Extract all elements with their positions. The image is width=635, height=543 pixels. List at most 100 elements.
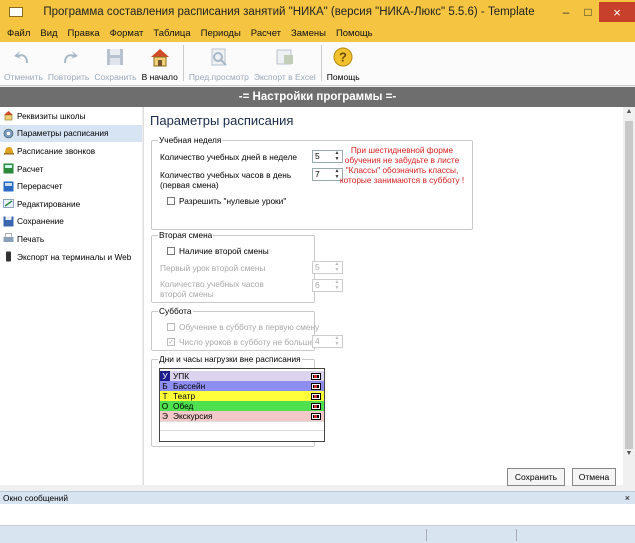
first-lesson-label: Первый урок второй смены <box>160 263 266 273</box>
menu-calculate[interactable]: Расчет <box>251 28 281 39</box>
second-shift-hours-label: Количество учебных часов <box>160 279 264 289</box>
list-item[interactable]: Б Бассейн <box>160 381 324 391</box>
sidebar-item-saving[interactable]: Сохранение <box>0 213 142 231</box>
status-bar <box>0 526 635 543</box>
messages-title: Окно сообщений <box>3 493 69 503</box>
hours-per-day-label: Количество учебных часов в день <box>160 170 292 180</box>
first-lesson-stepper[interactable]: 5 ▲ ▼ <box>312 261 343 274</box>
color-swatch <box>311 402 321 410</box>
color-swatch <box>311 392 321 400</box>
save-icon <box>102 45 128 69</box>
menu-replacements[interactable]: Замены <box>291 28 326 39</box>
calculate-icon <box>3 163 14 174</box>
school-icon <box>4 111 13 121</box>
sidebar-item-print[interactable]: Печать <box>0 230 142 248</box>
menu-table[interactable]: Таблица <box>153 28 190 39</box>
undo-button[interactable]: Отменить <box>4 41 43 85</box>
second-shift-checkbox[interactable]: Наличие второй смены <box>167 246 269 256</box>
list-item[interactable]: У УПК <box>160 371 324 381</box>
export-excel-button[interactable]: Экспорт в Excel <box>254 41 316 85</box>
messages-close-icon[interactable]: × <box>625 492 630 504</box>
color-swatch <box>311 382 321 390</box>
svg-text:?: ? <box>339 50 347 65</box>
close-button[interactable]: × <box>599 2 635 22</box>
list-item[interactable]: Э Экскурсия <box>160 411 324 421</box>
maximize-button[interactable]: □ <box>577 2 599 22</box>
toolbar: Отменить Повторить Сохранить В начало Пр… <box>0 42 635 86</box>
sidebar-item-school[interactable]: Реквизиты школы <box>0 107 142 125</box>
group-week-legend: Учебная неделя <box>158 135 223 145</box>
status-separator <box>426 529 427 541</box>
save-button[interactable]: Сохранить <box>507 468 565 486</box>
saturday-warning: При шестидневной форме обучения не забуд… <box>339 145 465 185</box>
scroll-down-icon[interactable]: ▼ <box>624 450 634 460</box>
saturday-first-shift-checkbox[interactable]: Обучение в субботу в первую смену <box>167 322 319 332</box>
sidebar-item-bells[interactable]: Расписание звонков <box>0 142 142 160</box>
group-load-legend: Дни и часы нагрузки вне расписания <box>158 354 302 364</box>
stepper-arrows[interactable]: ▲ ▼ <box>333 279 341 291</box>
home-icon <box>147 45 173 69</box>
sidebar-item-schedule-params[interactable]: Параметры расписания <box>0 124 142 143</box>
edit-icon <box>3 199 14 209</box>
saturday-max-lessons-checkbox[interactable]: ✓ Число уроков в субботу не больше <box>167 337 314 347</box>
title-bar: Программа составления расписания занятий… <box>0 0 635 24</box>
section-banner: -= Настройки программы =- <box>0 87 635 107</box>
zero-lessons-checkbox[interactable]: Разрешить "нулевые уроки" <box>167 196 286 206</box>
excel-icon <box>272 45 298 69</box>
undo-icon <box>10 45 36 69</box>
minimize-button[interactable]: – <box>555 2 577 22</box>
preview-icon <box>206 45 232 69</box>
second-shift-hours-sublabel: второй смены <box>160 289 214 299</box>
messages-header: Окно сообщений × <box>0 491 635 504</box>
page-title: Параметры расписания <box>150 113 294 128</box>
list-item[interactable]: Т Театр <box>160 391 324 401</box>
group-saturday-legend: Суббота <box>158 306 193 316</box>
cancel-button[interactable]: Отмена <box>572 468 616 486</box>
days-per-week-label: Количество учебных дней в неделе <box>160 152 297 162</box>
home-button[interactable]: В начало <box>142 41 178 85</box>
bell-icon <box>4 147 14 155</box>
scroll-up-icon[interactable]: ▲ <box>624 108 634 118</box>
app-icon <box>9 7 23 17</box>
toolbar-separator <box>182 45 184 81</box>
menu-format[interactable]: Формат <box>110 28 144 39</box>
settings-icon <box>3 128 14 139</box>
hours-per-day-sublabel: (первая смена) <box>160 180 219 190</box>
vertical-scrollbar[interactable]: ▲ ▼ <box>623 107 635 461</box>
terminal-icon <box>6 251 11 262</box>
print-icon <box>3 233 14 243</box>
sidebar-item-editing[interactable]: Редактирование <box>0 195 142 213</box>
messages-area <box>0 504 635 526</box>
list-item-empty[interactable] <box>160 421 324 431</box>
window-title: Программа составления расписания занятий… <box>43 6 535 18</box>
settings-panel: Параметры расписания Учебная неделя Коли… <box>143 107 623 486</box>
saturday-max-lessons-stepper[interactable]: 4 ▲ ▼ <box>312 335 343 348</box>
list-item[interactable]: О Обед <box>160 401 324 411</box>
second-shift-hours-stepper[interactable]: 6 ▲ ▼ <box>312 279 343 292</box>
recalculate-icon <box>3 181 14 192</box>
menu-view[interactable]: Вид <box>40 28 57 39</box>
preview-button[interactable]: Пред.просмотр <box>189 41 249 85</box>
status-separator <box>516 529 517 541</box>
sidebar-item-recalculate[interactable]: Перерасчет <box>0 177 142 195</box>
menu-periods[interactable]: Периоды <box>201 28 241 39</box>
menu-file[interactable]: Файл <box>7 28 30 39</box>
menu-help[interactable]: Помощь <box>336 28 373 39</box>
stepper-arrows[interactable]: ▲ ▼ <box>333 261 341 273</box>
menu-edit[interactable]: Правка <box>68 28 100 39</box>
help-button[interactable]: ? Помощь <box>327 41 360 85</box>
toolbar-separator <box>320 45 322 81</box>
redo-button[interactable]: Повторить <box>48 41 89 85</box>
sidebar-item-calculate[interactable]: Расчет <box>0 160 142 178</box>
color-swatch <box>311 372 321 380</box>
scroll-thumb[interactable] <box>625 121 633 449</box>
sidebar-item-export-web[interactable]: Экспорт на терминалы и Web <box>0 248 142 266</box>
save-toolbar-button[interactable]: Сохранить <box>94 41 137 85</box>
redo-icon <box>56 45 82 69</box>
load-list[interactable]: У УПК Б Бассейн Т Театр О Обед Э Экскурсия <box>159 368 325 442</box>
help-icon: ? <box>330 45 356 69</box>
save-icon <box>3 216 14 227</box>
group-second-shift-legend: Вторая смена <box>158 230 214 240</box>
sidebar: Реквизиты школы Параметры расписания Рас… <box>0 107 142 485</box>
stepper-arrows[interactable]: ▲ ▼ <box>333 335 341 347</box>
